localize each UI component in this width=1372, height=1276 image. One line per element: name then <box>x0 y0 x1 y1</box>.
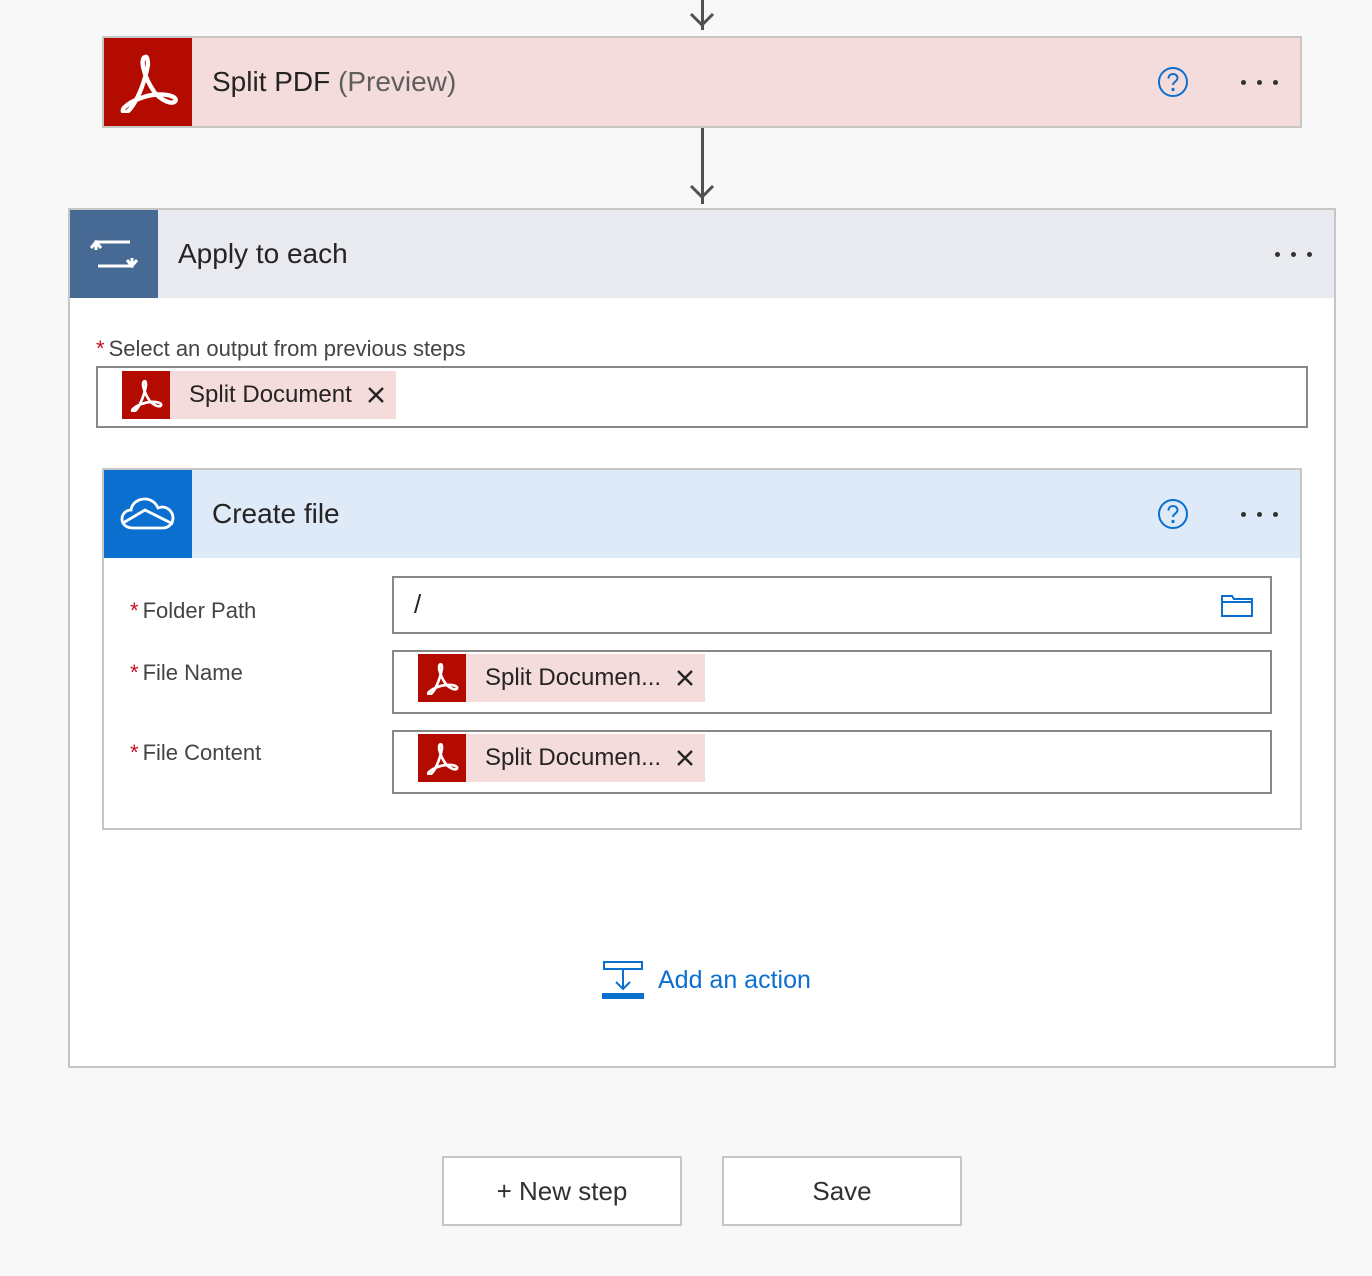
token-label: Split Document <box>189 381 352 408</box>
required-marker: * <box>96 336 105 361</box>
folder-path-label-text: Folder Path <box>142 598 257 623</box>
select-output-label: * Select an output from previous steps <box>96 336 466 362</box>
split-pdf-title: Split PDF (Preview) <box>212 66 1157 98</box>
file-name-input[interactable]: Split Documen... <box>392 650 1272 714</box>
token-pdf-icon-tile <box>418 654 466 702</box>
file-content-label-text: File Content <box>142 740 262 765</box>
token-pdf-icon-tile <box>418 734 466 782</box>
add-action-button[interactable]: Add an action <box>602 958 811 1002</box>
arrow-down-icon <box>689 12 715 28</box>
create-file-title: Create file <box>212 498 340 529</box>
more-options-icon[interactable] <box>1241 498 1278 530</box>
adobe-pdf-icon <box>130 379 163 412</box>
more-options-icon[interactable] <box>1241 66 1278 98</box>
adobe-pdf-icon <box>426 662 459 695</box>
split-pdf-card[interactable]: Split PDF (Preview) <box>102 36 1302 128</box>
more-options-icon[interactable] <box>1275 238 1312 270</box>
select-output-input[interactable]: Split Document <box>96 366 1308 428</box>
onedrive-cloud-icon <box>120 497 175 530</box>
create-file-card: Create file *Folder Path / *File Name <box>102 468 1302 830</box>
file-content-input[interactable]: Split Documen... <box>392 730 1272 794</box>
split-pdf-icon-tile <box>104 38 192 126</box>
token-label: Split Documen... <box>485 744 662 771</box>
split-document-token[interactable]: Split Documen... <box>418 734 706 782</box>
help-icon[interactable] <box>1157 66 1189 98</box>
token-label: Split Documen... <box>485 664 662 691</box>
folder-path-input[interactable]: / <box>392 576 1272 634</box>
file-name-label-text: File Name <box>142 660 243 685</box>
create-file-header[interactable]: Create file <box>104 470 1300 558</box>
file-content-label: * File Content <box>130 740 261 766</box>
folder-path-label: * Folder Path <box>130 598 256 624</box>
apply-to-each-card: Apply to each * Select an output from pre… <box>68 208 1336 1068</box>
arrow-down-icon <box>689 184 715 200</box>
file-name-label: * File Name <box>130 660 243 686</box>
remove-token-icon[interactable] <box>675 748 695 768</box>
add-action-icon <box>602 961 644 999</box>
split-pdf-title-text: Split PDF <box>212 66 331 97</box>
remove-token-icon[interactable] <box>675 668 695 688</box>
folder-picker-icon[interactable] <box>1220 592 1254 618</box>
required-marker: * <box>130 740 139 765</box>
select-output-label-text: Select an output from previous steps <box>108 336 466 361</box>
new-step-button[interactable]: + New step <box>442 1156 682 1226</box>
required-marker: * <box>130 598 139 623</box>
split-document-token[interactable]: Split Document <box>122 371 396 419</box>
apply-to-each-title: Apply to each <box>178 238 348 269</box>
folder-path-value: / <box>414 589 422 619</box>
help-icon[interactable] <box>1157 498 1189 530</box>
apply-to-each-icon-tile <box>70 210 158 298</box>
split-document-token[interactable]: Split Documen... <box>418 654 706 702</box>
remove-token-icon[interactable] <box>366 385 386 405</box>
save-button[interactable]: Save <box>722 1156 962 1226</box>
required-marker: * <box>130 660 139 685</box>
split-pdf-subtitle: (Preview) <box>338 66 457 97</box>
add-action-label: Add an action <box>658 965 811 994</box>
adobe-pdf-icon <box>120 54 178 113</box>
adobe-pdf-icon <box>426 742 459 775</box>
apply-to-each-header[interactable]: Apply to each <box>70 210 1334 298</box>
token-pdf-icon-tile <box>122 371 170 419</box>
create-file-icon-tile <box>104 470 192 558</box>
loop-icon <box>90 239 138 269</box>
